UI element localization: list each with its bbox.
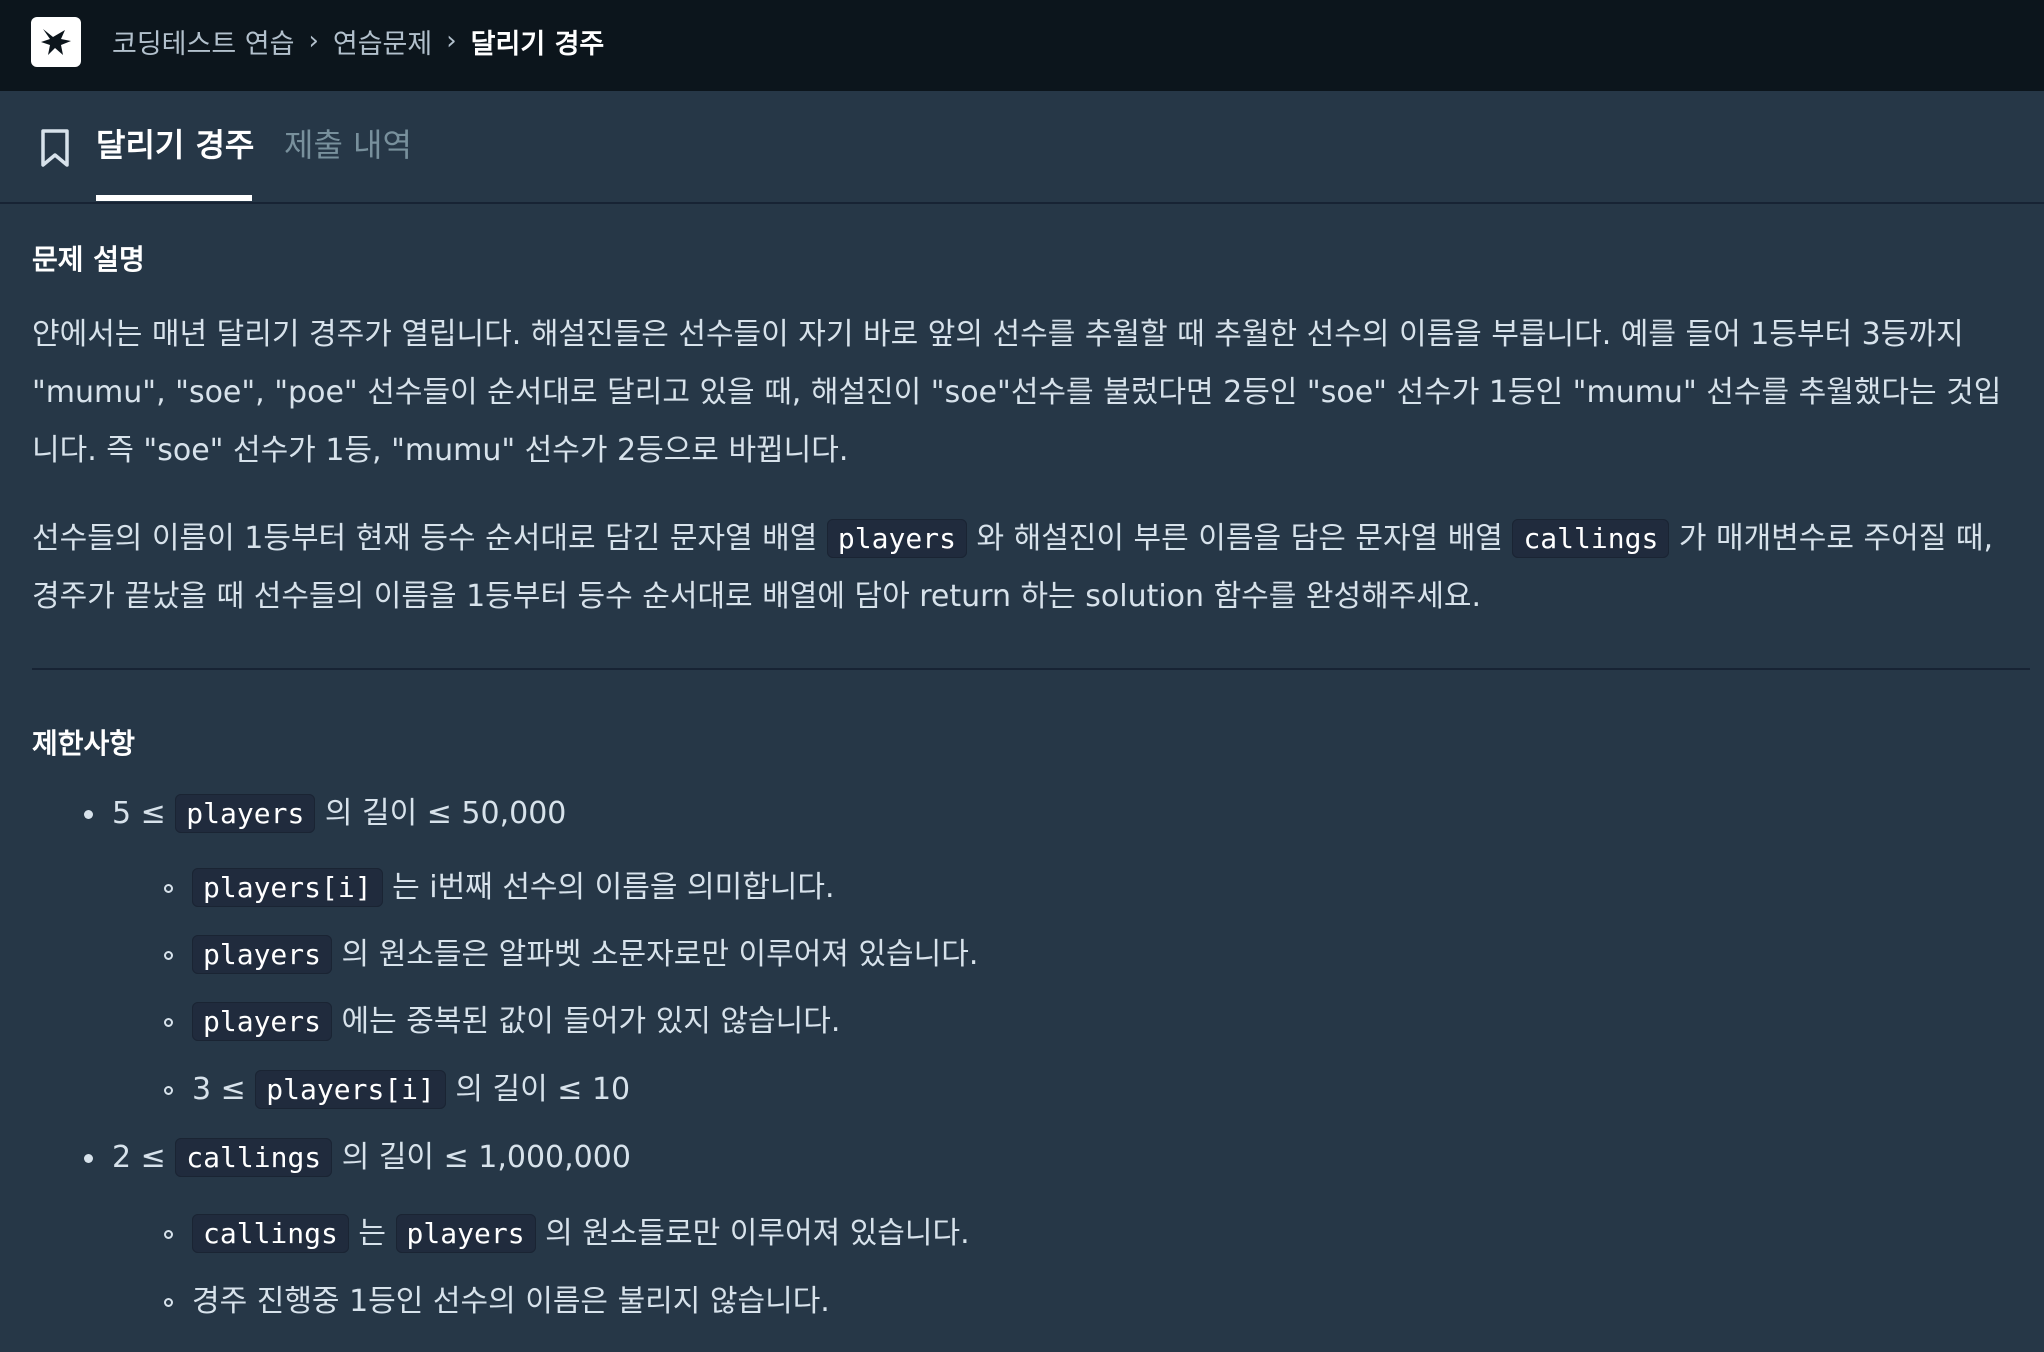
- list-item-pre: 2 ≤: [112, 1140, 176, 1175]
- list-item-code: players: [395, 1214, 536, 1253]
- list-item-code: players[i]: [192, 868, 383, 907]
- list-item: 2 ≤ callings 의 길이 ≤ 1,000,000: [112, 1132, 631, 1184]
- problem-tabs: 달리기 경주 제출 내역: [0, 91, 2044, 204]
- list-item-code: players: [175, 794, 316, 833]
- bullet-dot-icon: [84, 1154, 93, 1163]
- para2-text-b: 와 해설진이 부른 이름을 담은 문자열 배열: [966, 521, 1513, 556]
- list-item: players 의 원소들은 알파벳 소문자로만 이루어져 있습니다.: [192, 929, 978, 981]
- bullet-ring-icon: [164, 1086, 173, 1095]
- list-item: 5 ≤ players 의 길이 ≤ 50,000: [112, 788, 566, 840]
- description-heading: 문제 설명: [32, 243, 145, 276]
- bullet-ring-icon: [164, 1018, 173, 1027]
- list-item-post: 의 길이 ≤ 1,000,000: [332, 1140, 631, 1175]
- list-item-code: players[i]: [255, 1070, 446, 1109]
- top-navigation-bar: 코딩테스트 연습 › 연습문제 › 달리기 경주: [0, 0, 2044, 91]
- list-item-pre: 5 ≤: [112, 796, 176, 831]
- list-item-code: callings: [175, 1138, 333, 1177]
- list-item-code: players: [192, 1002, 333, 1041]
- bullet-ring-icon: [164, 951, 173, 960]
- list-item-mid: 는: [348, 1216, 396, 1251]
- breadcrumb-item-current: 달리기 경주: [470, 28, 605, 60]
- active-tab-indicator: [96, 195, 252, 201]
- list-item-post: 의 원소들은 알파벳 소문자로만 이루어져 있습니다.: [332, 937, 979, 972]
- list-item-post: 는 i번째 선수의 이름을 의미합니다.: [382, 870, 835, 905]
- breadcrumb: 코딩테스트 연습 › 연습문제 › 달리기 경주: [112, 20, 604, 62]
- constraints-heading: 제한사항: [32, 727, 136, 760]
- section-divider: [32, 668, 2030, 670]
- list-item-post: 의 길이 ≤ 50,000: [315, 796, 567, 831]
- description-paragraph-2: 선수들의 이름이 1등부터 현재 등수 순서대로 담긴 문자열 배열 playe…: [32, 510, 2022, 626]
- list-item: 경주 진행중 1등인 선수의 이름은 불리지 않습니다.: [192, 1276, 830, 1328]
- list-item-code: players: [192, 935, 333, 974]
- bullet-dot-icon: [84, 810, 93, 819]
- list-item-post: 에는 중복된 값이 들어가 있지 않습니다.: [332, 1004, 841, 1039]
- chevron-right-icon: ›: [308, 26, 319, 56]
- code-players: players: [826, 519, 967, 558]
- list-item-post: 의 원소들로만 이루어져 있습니다.: [535, 1216, 970, 1251]
- list-item-pre: 경주 진행중 1등인 선수의 이름은 불리지 않습니다.: [192, 1284, 830, 1319]
- list-item: players[i] 는 i번째 선수의 이름을 의미합니다.: [192, 862, 835, 914]
- breadcrumb-item-practice[interactable]: 연습문제: [333, 22, 432, 61]
- bookmark-icon[interactable]: [40, 128, 70, 168]
- bullet-ring-icon: [164, 884, 173, 893]
- code-callings: callings: [1512, 519, 1670, 558]
- list-item: callings 는 players 의 원소들로만 이루어져 있습니다.: [192, 1208, 970, 1260]
- list-item: players 에는 중복된 값이 들어가 있지 않습니다.: [192, 996, 840, 1048]
- list-item-post: 의 길이 ≤ 10: [445, 1072, 631, 1107]
- tab-submissions[interactable]: 제출 내역: [284, 121, 412, 169]
- para2-text-a: 선수들의 이름이 1등부터 현재 등수 순서대로 담긴 문자열 배열: [32, 521, 827, 556]
- breadcrumb-item-coding-test[interactable]: 코딩테스트 연습: [112, 22, 294, 61]
- list-item-code: callings: [192, 1214, 349, 1253]
- tab-problem[interactable]: 달리기 경주: [96, 121, 254, 169]
- description-paragraph-1: 얀에서는 매년 달리기 경주가 열립니다. 해설진들은 선수들이 자기 바로 앞…: [32, 317, 2002, 468]
- chevron-right-icon: ›: [446, 26, 457, 56]
- bullet-ring-icon: [164, 1298, 173, 1307]
- bullet-ring-icon: [164, 1230, 173, 1239]
- programmers-logo-icon[interactable]: [31, 17, 81, 67]
- list-item-pre: 3 ≤: [192, 1072, 256, 1107]
- list-item: 3 ≤ players[i] 의 길이 ≤ 10: [192, 1064, 630, 1116]
